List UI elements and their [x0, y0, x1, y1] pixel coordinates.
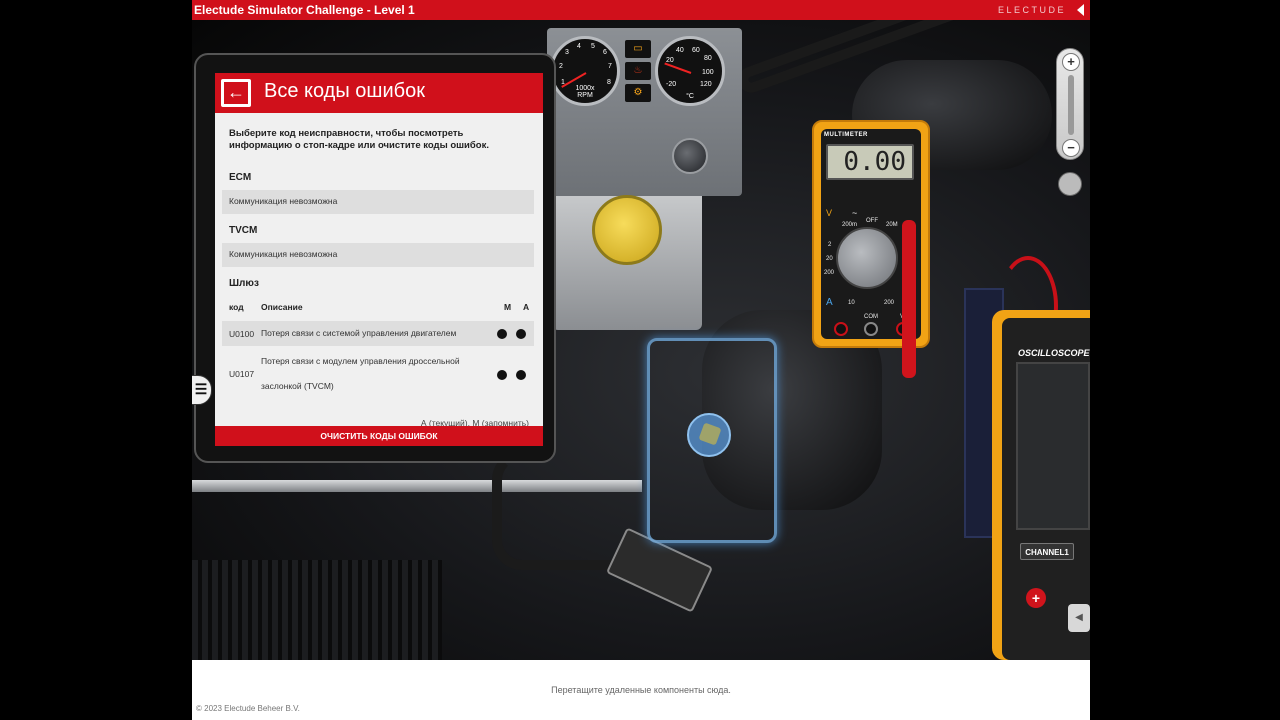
- temp-tick: 80: [704, 55, 712, 62]
- parts-drop-tray[interactable]: Перетащите удаленные компоненты сюда. © …: [192, 660, 1090, 720]
- jack-10a[interactable]: [834, 322, 848, 336]
- temp-tick: 40: [676, 47, 684, 54]
- dtc-code: U0100: [229, 329, 255, 339]
- rpm-tick: 4: [577, 43, 581, 50]
- dtc-description: Потеря связи с системой управления двига…: [261, 328, 457, 338]
- oil-pressure-icon: ♨: [625, 62, 651, 80]
- scope-plus-button[interactable]: +: [1026, 588, 1046, 608]
- mm-label: 2: [828, 242, 832, 248]
- column-description: Описание: [261, 302, 303, 312]
- sensor-connector-marker[interactable]: [687, 413, 731, 457]
- module-status-row: Коммуникация невозможна: [222, 243, 534, 267]
- mm-label: OFF: [866, 218, 878, 224]
- temperature-gauge: 40 60 80 100 120 20 -20 °C: [655, 36, 725, 106]
- temp-caption: °C: [686, 93, 694, 100]
- mm-label: 200: [884, 300, 895, 306]
- clear-codes-button[interactable]: ОЧИСТИТЬ КОДЫ ОШИБОК: [215, 426, 543, 446]
- active-indicator: [516, 329, 526, 339]
- column-code: код: [229, 302, 244, 312]
- rpm-tick: 7: [608, 63, 612, 70]
- title-bar: Electude Simulator Challenge - Level 1 E…: [192, 0, 1090, 20]
- dtc-row[interactable]: U0107 Потеря связи с модулем управления …: [222, 349, 534, 401]
- tablet-header: ← Все коды ошибок: [215, 73, 543, 113]
- temp-tick: 100: [702, 69, 714, 76]
- mm-label: 20: [826, 256, 833, 262]
- drop-hint: Перетащите удаленные компоненты сюда.: [551, 685, 731, 695]
- module-status-row: Коммуникация невозможна: [222, 190, 534, 214]
- active-indicator: [516, 370, 526, 380]
- module-name-gateway: Шлюз: [229, 278, 259, 289]
- rpm-tick: 3: [565, 49, 569, 56]
- temp-tick: 120: [700, 81, 712, 88]
- zoom-slider[interactable]: [1068, 75, 1074, 135]
- electude-logo: ELECTUDE: [997, 5, 1066, 15]
- multimeter-display: 0.00: [826, 144, 914, 180]
- mm-label: A: [826, 297, 833, 308]
- battery-warning-icon: ▭: [625, 40, 651, 58]
- module-name-ecm: ECM: [229, 172, 252, 183]
- multimeter-red-probe[interactable]: [902, 220, 916, 378]
- rpm-tick: 5: [591, 43, 595, 50]
- mm-label: 20M: [886, 222, 898, 228]
- engine-bay-scene[interactable]: 1 2 3 4 5 6 7 8 1000x RPM ▭ ♨ ⚙ 40 60 80…: [192, 20, 1090, 660]
- copyright: © 2023 Electude Beheer B.V.: [196, 704, 300, 713]
- scope-prev-arrow-icon[interactable]: ◀: [1068, 604, 1090, 632]
- multimeter-title: MULTIMETER: [824, 132, 868, 138]
- rpm-gauge: 1 2 3 4 5 6 7 8 1000x RPM: [550, 36, 620, 106]
- connector-icon: [698, 422, 722, 446]
- heater-control-knob[interactable]: [672, 138, 708, 174]
- mm-label: 10: [848, 300, 855, 306]
- module-name-tvcm: TVCM: [229, 225, 258, 236]
- memorized-indicator: [497, 370, 507, 380]
- instrument-panel: 1 2 3 4 5 6 7 8 1000x RPM ▭ ♨ ⚙ 40 60 80…: [547, 28, 742, 196]
- rpm-tick: 6: [603, 49, 607, 56]
- rpm-tick: 2: [559, 63, 563, 70]
- collapse-arrow-icon[interactable]: [1077, 4, 1084, 16]
- dtc-code: U0107: [229, 369, 255, 379]
- radiator-bottom: [192, 560, 442, 660]
- mm-label: 200m: [842, 222, 858, 228]
- window-title: Electude Simulator Challenge - Level 1: [194, 3, 415, 17]
- mm-label: ~: [852, 208, 858, 218]
- oscilloscope[interactable]: OSCILLOSCOPE CHANNEL1 + ◀: [992, 310, 1090, 660]
- oil-filler-cap-icon[interactable]: [592, 195, 662, 265]
- simulator-app: Electude Simulator Challenge - Level 1 E…: [192, 0, 1090, 720]
- memorized-indicator: [497, 329, 507, 339]
- dtc-description: Потеря связи с модулем управления дроссе…: [261, 356, 460, 391]
- temp-tick: 60: [692, 47, 700, 54]
- column-m: M: [504, 302, 512, 312]
- back-arrow-icon: ←: [224, 82, 248, 104]
- temp-tick: -20: [666, 81, 677, 88]
- instruction-text: Выберите код неисправности, чтобы посмот…: [229, 128, 489, 151]
- temp-needle: [664, 62, 692, 74]
- oscilloscope-screen: [1016, 362, 1090, 530]
- multimeter-range-dial[interactable]: [836, 227, 898, 289]
- tablet-title: Все коды ошибок: [264, 80, 425, 102]
- zoom-out-button[interactable]: −: [1062, 139, 1080, 157]
- mm-label: 200: [824, 270, 835, 276]
- check-engine-icon: ⚙: [625, 84, 651, 102]
- column-a: A: [523, 302, 530, 312]
- mm-label: V: [826, 208, 833, 218]
- diagnostic-tablet: ← Все коды ошибок Выберите код неисправн…: [194, 53, 556, 463]
- dtc-row[interactable]: U0100 Потеря связи с системой управления…: [222, 321, 534, 346]
- module-status: Коммуникация невозможна: [229, 249, 338, 259]
- view-reset-icon[interactable]: [1058, 172, 1082, 196]
- module-status: Коммуникация невозможна: [229, 196, 338, 206]
- jack-com[interactable]: [864, 322, 878, 336]
- back-button[interactable]: ←: [221, 79, 251, 107]
- channel1-button[interactable]: CHANNEL1: [1020, 543, 1074, 560]
- tablet-screen: ← Все коды ошибок Выберите код неисправн…: [215, 73, 543, 446]
- zoom-control: + −: [1056, 48, 1084, 160]
- oscilloscope-title: OSCILLOSCOPE: [1018, 348, 1090, 358]
- dtc-list: Выберите код неисправности, чтобы посмот…: [215, 113, 543, 428]
- mm-label: COM: [864, 314, 878, 320]
- zoom-in-button[interactable]: +: [1062, 53, 1080, 71]
